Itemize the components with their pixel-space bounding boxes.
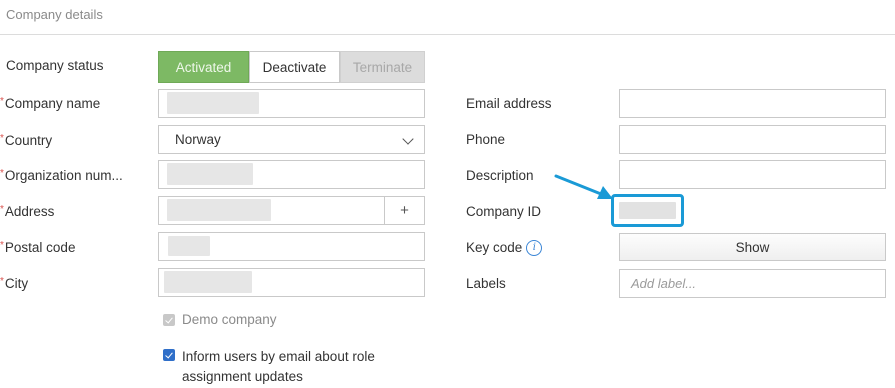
annotation-arrow-icon <box>554 174 613 199</box>
required-mark: * <box>0 133 4 144</box>
postal-code-text: Postal code <box>4 240 76 255</box>
description-label: Description <box>466 168 534 183</box>
inform-users-checkbox[interactable] <box>163 349 175 361</box>
section-divider <box>0 34 895 35</box>
org-number-label: *Organization num... <box>0 168 123 183</box>
required-mark: * <box>0 240 4 251</box>
address-label: *Address <box>0 204 54 219</box>
required-mark: * <box>0 96 4 107</box>
company-id-value <box>619 202 676 219</box>
city-label: *City <box>0 276 28 291</box>
description-input[interactable] <box>619 160 886 189</box>
org-number-input[interactable] <box>158 160 425 189</box>
status-deactivate-button[interactable]: Deactivate <box>249 51 340 83</box>
inform-users-line1: Inform users by email about role <box>182 349 375 364</box>
redacted-value <box>164 271 252 293</box>
postal-code-label: *Postal code <box>0 240 75 255</box>
redacted-value <box>167 92 259 114</box>
phone-label: Phone <box>466 132 506 147</box>
redacted-value <box>167 199 271 221</box>
email-label: Email address <box>466 96 552 111</box>
country-label: *Country <box>0 133 52 148</box>
chevron-down-icon <box>402 133 414 145</box>
country-value: Norway <box>175 132 221 147</box>
labels-label: Labels <box>466 276 506 291</box>
checkbox-checked-icon <box>163 349 175 361</box>
company-name-label: *Company name <box>0 96 100 111</box>
redacted-value <box>168 236 210 256</box>
labels-placeholder: Add label... <box>631 276 697 291</box>
status-terminate-button[interactable]: Terminate <box>340 51 425 83</box>
city-text: City <box>4 276 29 291</box>
labels-input[interactable]: Add label... <box>619 269 886 298</box>
info-icon[interactable]: i <box>526 240 543 257</box>
redacted-value <box>167 163 253 185</box>
demo-company-checkbox[interactable] <box>163 314 175 326</box>
section-title: Company details <box>6 7 103 22</box>
org-number-text: Organization num... <box>4 168 123 183</box>
company-name-input[interactable] <box>158 89 425 118</box>
phone-input[interactable] <box>619 125 886 154</box>
postal-code-input[interactable] <box>158 232 425 261</box>
company-status-label: Company status <box>6 58 104 73</box>
required-mark: * <box>0 276 4 287</box>
checkbox-disabled-icon <box>163 314 175 326</box>
status-activated-button[interactable]: Activated <box>158 51 249 83</box>
company-name-text: Company name <box>4 96 101 111</box>
company-id-highlight <box>611 194 684 227</box>
add-address-button[interactable]: + <box>384 197 424 224</box>
required-mark: * <box>0 168 4 179</box>
show-key-code-button[interactable]: Show <box>619 233 886 261</box>
inform-users-line2: assignment updates <box>182 369 303 384</box>
country-select[interactable]: Norway <box>158 125 425 154</box>
inform-users-label: Inform users by email about role assignm… <box>182 347 375 387</box>
address-input[interactable]: + <box>158 196 425 225</box>
required-mark: * <box>0 204 4 215</box>
country-text: Country <box>4 133 53 148</box>
key-code-text: Key code <box>466 240 523 255</box>
key-code-label: Key code i <box>466 240 543 257</box>
company-id-label: Company ID <box>466 204 542 219</box>
email-input[interactable] <box>619 89 886 118</box>
city-input[interactable] <box>158 268 425 297</box>
address-text: Address <box>4 204 55 219</box>
demo-company-label: Demo company <box>182 312 277 327</box>
